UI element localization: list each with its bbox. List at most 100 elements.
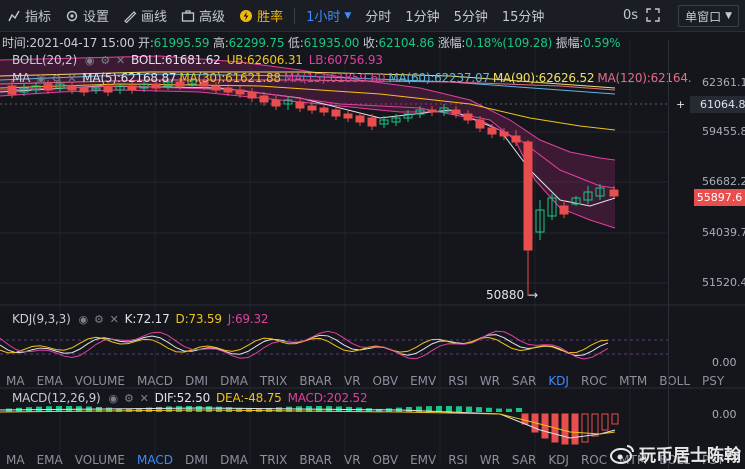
indicator-tab[interactable]: SAR <box>506 453 542 467</box>
indicator-tab[interactable]: TRIX <box>254 374 293 388</box>
eye-icon[interactable]: ◉ <box>36 72 46 85</box>
indicator-tab[interactable]: KDJ <box>542 453 575 467</box>
macd-bar <box>456 406 462 412</box>
settings-small-icon[interactable]: ⚙ <box>52 72 62 85</box>
indicator-tab[interactable]: WR <box>474 374 506 388</box>
price-axis-label: 54039.7 <box>702 226 745 239</box>
indicator-tab[interactable]: DMI <box>179 374 214 388</box>
indicator-tab[interactable]: DMA <box>214 453 254 467</box>
indicator-tab[interactable]: VR <box>338 374 367 388</box>
indicator-tab[interactable]: OBV <box>367 374 405 388</box>
eye-icon[interactable]: ◉ <box>109 392 119 405</box>
candle-body <box>427 109 437 113</box>
ma5-value: MA(5):62168.87 <box>82 71 177 85</box>
indicator-tab[interactable]: BRAR <box>293 374 338 388</box>
candle-body <box>331 109 341 117</box>
candle-body <box>343 113 353 119</box>
close-value: 62104.86 <box>378 36 435 50</box>
close-icon[interactable]: ✕ <box>67 72 76 85</box>
boll-legend: BOLL(20,2) ◉ ⚙ ✕ BOLL:61681.62 UB:62606.… <box>12 53 383 67</box>
ma15-value: MA(15):61859.60 <box>283 71 386 85</box>
indicator-tab[interactable]: KDJ <box>542 374 575 388</box>
kdj-legend: KDJ(9,3,3) ◉ ⚙ ✕ K:72.17 D:73.59 J:69.32 <box>12 312 269 326</box>
macd-bar <box>516 408 522 412</box>
candle-body <box>67 85 77 91</box>
close-icon[interactable]: ✕ <box>110 313 119 326</box>
candle-body <box>235 89 245 95</box>
macd-bar <box>506 408 512 412</box>
macd-dea-value: DEA:-48.75 <box>216 391 282 405</box>
macd-bar <box>561 413 569 445</box>
macd-name: MACD(12,26,9) <box>12 391 101 405</box>
macd-bar <box>571 413 579 445</box>
candle-body <box>609 189 619 197</box>
weibo-watermark: 玩币居士陈翰 <box>609 441 741 466</box>
indicator-tab[interactable]: RSI <box>442 453 474 467</box>
indicator-tab[interactable]: SAR <box>506 374 542 388</box>
indicator-tab[interactable]: DMA <box>214 374 254 388</box>
indicator-tab[interactable]: MTM <box>613 374 653 388</box>
candle-body <box>511 135 521 143</box>
indicator-tab[interactable]: WR <box>474 453 506 467</box>
candle-body <box>259 95 269 103</box>
close-icon[interactable]: ✕ <box>116 54 125 67</box>
indicator-tab[interactable]: DMI <box>179 453 214 467</box>
macd-bar <box>196 406 202 412</box>
crosshair-price-tag: + 61064.8 <box>676 96 745 113</box>
candles <box>7 76 619 296</box>
settings-small-icon[interactable]: ⚙ <box>94 313 104 326</box>
boll-mid-value: BOLL:61681.62 <box>131 53 221 67</box>
open-value: 61995.59 <box>153 36 210 50</box>
amplitude-value: 0.59% <box>583 36 621 50</box>
candle-body <box>307 105 317 111</box>
indicator-tab[interactable]: MA <box>0 374 31 388</box>
price-axis-label: 51520.4 <box>702 276 745 289</box>
indicator-tab[interactable]: EMV <box>404 453 442 467</box>
plus-icon[interactable]: + <box>676 96 685 113</box>
candle-body <box>475 119 485 129</box>
indicator-tab[interactable]: EMV <box>404 374 442 388</box>
indicator-tab[interactable]: OBV <box>367 453 405 467</box>
close-icon[interactable]: ✕ <box>140 392 149 405</box>
candle-body <box>463 113 473 121</box>
macd-bar <box>166 406 172 412</box>
macd-dif-value: DIF:52.50 <box>154 391 211 405</box>
indicator-tab[interactable]: MA <box>0 453 31 467</box>
kdj-axis-label: 0.00 <box>712 356 737 369</box>
macd-bar <box>406 407 412 412</box>
macd-macd-value: MACD:202.52 <box>287 391 368 405</box>
indicator-tab[interactable]: VOLUME <box>69 374 131 388</box>
eye-icon[interactable]: ◉ <box>79 313 89 326</box>
macd-legend: MACD(12,26,9) ◉ ⚙ ✕ DIF:52.50 DEA:-48.75… <box>12 391 368 405</box>
high-value: 62299.75 <box>228 36 285 50</box>
settings-small-icon[interactable]: ⚙ <box>100 54 110 67</box>
candle-body <box>559 205 569 215</box>
indicator-tab[interactable]: MACD <box>131 453 179 467</box>
indicator-tab[interactable]: VR <box>338 453 367 467</box>
indicator-tab[interactable]: ROC <box>575 453 613 467</box>
boll-name: BOLL(20,2) <box>12 53 77 67</box>
candle-body <box>271 99 281 107</box>
crosshair-price: 61064.8 <box>700 98 745 111</box>
ohlc-info: 时间:2021-04-17 15:00 开:61995.59 高:62299.7… <box>2 34 621 51</box>
kdj-j-value: J:69.32 <box>227 312 269 326</box>
last-price-tag: 55897.6 <box>694 189 745 206</box>
macd-bar <box>591 413 599 437</box>
indicator-tabs-top: MA EMA VOLUME MACD DMI DMA TRIX BRAR VR OBV EMV RSI… <box>0 372 730 390</box>
kdj-k-value: K:72.17 <box>124 312 170 326</box>
settings-small-icon[interactable]: ⚙ <box>124 392 134 405</box>
eye-icon[interactable]: ◉ <box>85 54 95 67</box>
candle-body <box>487 127 497 135</box>
low-price-marker: 50880 → <box>486 288 539 302</box>
indicator-tab[interactable]: BRAR <box>293 453 338 467</box>
candle-body <box>355 115 365 123</box>
indicator-tab[interactable]: EMA <box>31 453 69 467</box>
indicator-tab[interactable]: ROC <box>575 374 613 388</box>
indicator-tab[interactable]: VOLUME <box>69 453 131 467</box>
macd-axis-label: 0.00 <box>712 408 737 421</box>
weibo-icon <box>610 444 634 464</box>
indicator-tab[interactable]: TRIX <box>254 453 293 467</box>
indicator-tab[interactable]: MACD <box>131 374 179 388</box>
indicator-tab[interactable]: EMA <box>31 374 69 388</box>
indicator-tab[interactable]: RSI <box>442 374 474 388</box>
